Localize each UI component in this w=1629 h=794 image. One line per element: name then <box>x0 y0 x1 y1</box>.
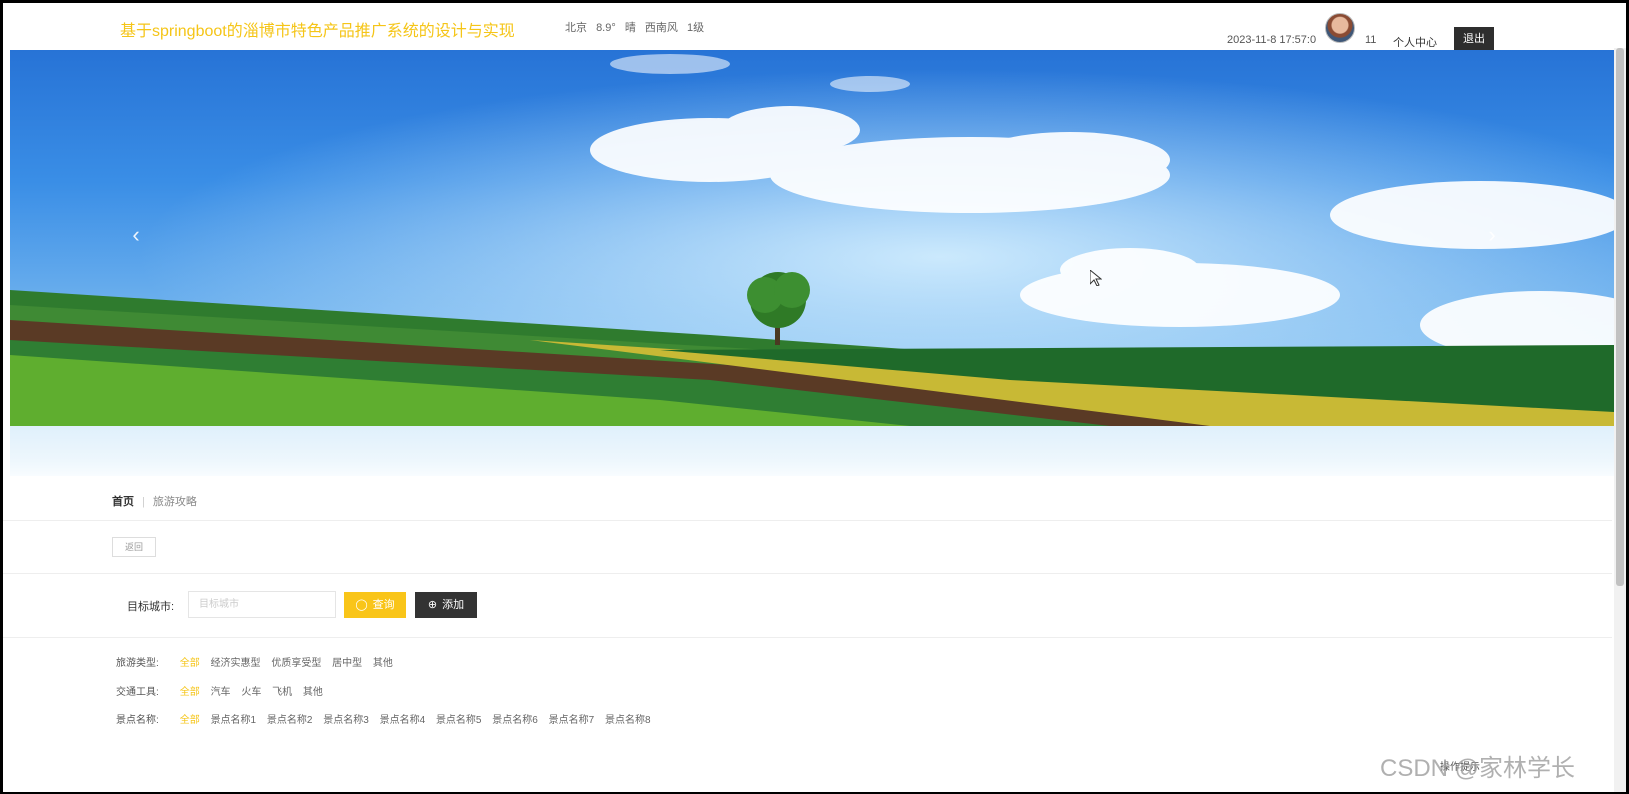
user-count: 11 <box>1365 34 1377 46</box>
breadcrumb-current: 旅游攻略 <box>152 496 197 508</box>
avatar[interactable] <box>1325 13 1355 43</box>
target-city-label: 目标城市: <box>127 601 175 613</box>
target-city-input[interactable] <box>188 591 336 618</box>
filter-option[interactable]: 优质享受型 <box>271 658 321 669</box>
filter-label: 交通工具: <box>116 687 159 698</box>
page-scrollbar[interactable] <box>1614 48 1626 792</box>
filter-option[interactable]: 景点名称4 <box>380 715 426 726</box>
filter-option[interactable]: 汽车 <box>211 687 231 698</box>
weather-wind-level: 1级 <box>686 22 705 34</box>
top-header: 基于springboot的淄博市特色产品推广系统的设计与实现 北京 8.9° 晴… <box>0 3 1612 51</box>
breadcrumb-home[interactable]: 首页 <box>112 496 134 508</box>
carousel-next-button[interactable]: › <box>1480 222 1504 248</box>
filter-option[interactable]: 景点名称8 <box>605 715 651 726</box>
divider <box>0 520 1612 521</box>
site-title: 基于springboot的淄博市特色产品推广系统的设计与实现 <box>120 23 515 40</box>
filter-option-all[interactable]: 全部 <box>180 658 200 669</box>
weather-condition: 晴 <box>624 22 636 34</box>
divider <box>0 637 1612 638</box>
filter-option[interactable]: 其他 <box>373 658 393 669</box>
filter-option[interactable]: 经济实惠型 <box>211 658 261 669</box>
filter-option[interactable]: 飞机 <box>272 687 292 698</box>
weather-temperature: 8.9° <box>596 22 616 34</box>
carousel-prev-button[interactable]: ‹ <box>124 222 148 248</box>
weather-info: 北京 8.9° 晴 西南风 1级 <box>565 19 710 35</box>
banner-reflection <box>10 426 1614 476</box>
user-center-link[interactable]: 个人中心 <box>1393 34 1437 50</box>
filter-option[interactable]: 火车 <box>241 687 261 698</box>
scrollbar-thumb[interactable] <box>1616 48 1624 586</box>
filter-label: 景点名称: <box>116 715 159 726</box>
filter-option-all[interactable]: 全部 <box>180 687 200 698</box>
header-user-area: 2023-11-8 17:57:0 11 个人中心 退出 <box>1225 9 1605 51</box>
mouse-cursor-icon <box>1090 270 1102 286</box>
query-button-label: 查询 <box>372 599 395 611</box>
query-button[interactable]: ◯ 查询 <box>344 592 406 618</box>
filter-option[interactable]: 其他 <box>303 687 323 698</box>
back-button[interactable]: 返回 <box>112 537 156 557</box>
logout-button[interactable]: 退出 <box>1454 27 1494 51</box>
add-button[interactable]: ⊕ 添加 <box>415 592 477 618</box>
filter-spot-name: 景点名称: 全部 景点名称1 景点名称2 景点名称3 景点名称4 景点名称5 景… <box>116 711 659 726</box>
filter-label: 旅游类型: <box>116 658 159 669</box>
filter-option[interactable]: 居中型 <box>332 658 362 669</box>
breadcrumb-separator: | <box>142 496 145 508</box>
add-button-label: 添加 <box>442 599 465 611</box>
filter-travel-type: 旅游类型: 全部 经济实惠型 优质享受型 居中型 其他 <box>116 654 401 669</box>
current-datetime: 2023-11-8 17:57:0 <box>1227 34 1317 46</box>
filter-transport: 交通工具: 全部 汽车 火车 飞机 其他 <box>116 683 331 698</box>
plus-circle-icon: ⊕ <box>427 599 438 611</box>
filter-option[interactable]: 景点名称1 <box>211 715 257 726</box>
filter-option[interactable]: 景点名称7 <box>549 715 595 726</box>
divider <box>0 573 1612 574</box>
weather-city: 北京 <box>565 22 587 34</box>
banner-carousel: ‹ › <box>10 50 1614 426</box>
filter-option[interactable]: 景点名称3 <box>323 715 369 726</box>
watermark: CSDN @家林学长 <box>1380 755 1576 782</box>
filter-option[interactable]: 景点名称6 <box>492 715 538 726</box>
banner-image <box>10 50 1614 426</box>
filter-option[interactable]: 景点名称2 <box>267 715 313 726</box>
filter-option[interactable]: 景点名称5 <box>436 715 482 726</box>
breadcrumb: 首页 | 旅游攻略 <box>112 493 197 509</box>
weather-wind: 西南风 <box>644 22 678 34</box>
filter-option-all[interactable]: 全部 <box>180 715 200 726</box>
search-icon: ◯ <box>355 599 368 611</box>
